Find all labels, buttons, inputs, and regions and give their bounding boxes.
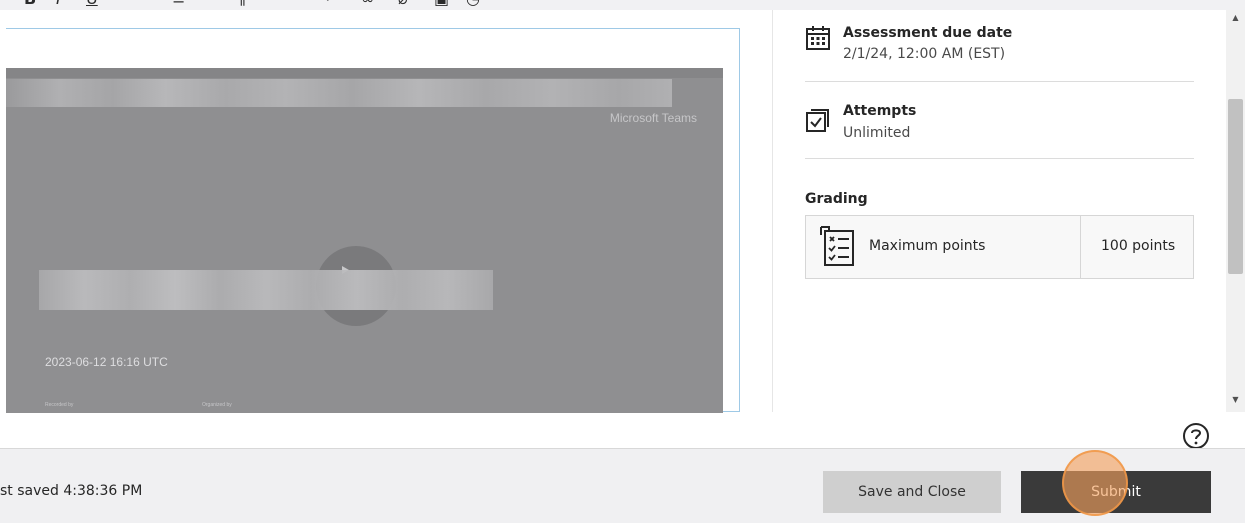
scrollbar-thumb[interactable] — [1228, 99, 1243, 274]
organized-by-label: Organized by — [202, 402, 232, 408]
blurred-title — [6, 79, 672, 107]
video-top-band — [6, 68, 723, 78]
editor-toolbar: B I U ≡ ¶ — ↶ ∞ ⌀ ▣ ◷ — [6, 0, 740, 10]
italic-icon[interactable]: I — [56, 0, 61, 7]
attempts-checkbox-icon — [806, 109, 829, 132]
blurred-subtitle — [39, 270, 493, 310]
attach-icon[interactable]: ⌀ — [398, 0, 408, 7]
due-date-title: Assessment due date — [843, 25, 1013, 41]
maximum-points-label: Maximum points — [869, 238, 986, 254]
save-and-close-button[interactable]: Save and Close — [823, 471, 1001, 513]
maximum-points-row: Maximum points 100 points — [805, 215, 1194, 279]
divider — [805, 158, 1194, 159]
points-separator — [1080, 216, 1081, 278]
calendar-icon — [806, 26, 830, 50]
text-editor[interactable]: Microsoft Teams 2023-06-12 16:16 UTC Rec… — [6, 28, 740, 413]
grading-label: Grading — [805, 191, 868, 207]
video-thumbnail[interactable]: Microsoft Teams 2023-06-12 16:16 UTC Rec… — [6, 68, 723, 413]
link-icon[interactable]: ∞ — [361, 0, 374, 7]
video-timestamp: 2023-06-12 16:16 UTC — [45, 355, 168, 369]
recorded-by-label: Recorded by — [45, 402, 74, 408]
undo-icon[interactable]: ↶ — [324, 0, 337, 7]
scroll-down-arrow-icon[interactable]: ▼ — [1226, 392, 1245, 407]
last-saved-status: st saved 4:38:36 PM — [0, 483, 143, 499]
divider — [805, 81, 1194, 82]
scroll-up-arrow-icon[interactable]: ▲ — [1226, 10, 1245, 25]
rubric-checklist-icon — [820, 226, 854, 266]
attempts-value: Unlimited — [843, 125, 911, 141]
details-panel: Assessment due date 2/1/24, 12:00 AM (ES… — [773, 10, 1226, 412]
paragraph-icon[interactable]: ¶ — [236, 0, 246, 7]
clock-icon[interactable]: ◷ — [466, 0, 480, 7]
underline-icon[interactable]: U — [86, 0, 98, 7]
align-icon[interactable]: ≡ — [172, 0, 185, 7]
maximum-points-value: 100 points — [1101, 238, 1176, 254]
submit-button[interactable]: Submit — [1021, 471, 1211, 513]
divider-icon[interactable]: — — [292, 0, 308, 7]
attempts-title: Attempts — [843, 103, 917, 119]
video-brand: Microsoft Teams — [609, 111, 697, 125]
bold-icon[interactable]: B — [24, 0, 36, 7]
image-icon[interactable]: ▣ — [434, 0, 449, 7]
due-date-value: 2/1/24, 12:00 AM (EST) — [843, 46, 1006, 62]
